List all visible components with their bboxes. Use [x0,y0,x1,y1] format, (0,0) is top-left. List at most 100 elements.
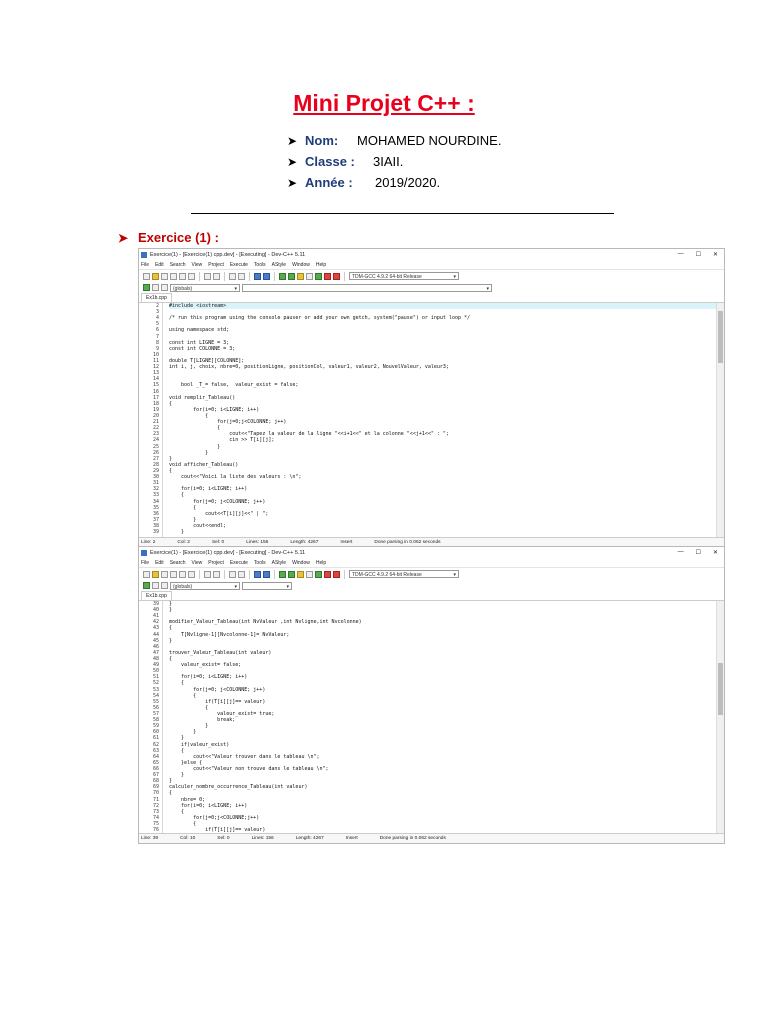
find-icon[interactable] [229,272,236,280]
line-number: 39 [152,529,159,536]
code-line[interactable]: } [169,529,716,535]
rebuild-icon[interactable] [306,570,313,578]
menu-search[interactable]: Search [170,262,186,268]
redo-icon[interactable] [213,272,220,280]
menu-astyle[interactable]: AStyle [272,262,286,268]
print-icon[interactable] [188,272,195,280]
maximize-icon[interactable]: ☐ [696,251,701,258]
menu-execute[interactable]: Execute [230,560,248,566]
info-row-classe: ➤ Classe : 3IAII. [287,151,403,172]
status-line: Line: 39 [141,836,159,841]
compile-icon[interactable] [279,570,286,578]
window-titlebar: Exercice(1) - [Exercice(1) cpp.dev] - [E… [139,249,724,260]
vertical-scrollbar[interactable] [716,601,724,833]
profile-icon[interactable] [333,272,340,280]
save-icon[interactable] [161,570,168,578]
syntax-check-icon[interactable] [315,272,322,280]
scope-select[interactable]: (globals) [170,283,240,293]
close-icon[interactable]: ✕ [713,251,718,258]
replace-icon[interactable] [238,570,245,578]
menu-tools[interactable]: Tools [254,262,266,268]
scrollbar-thumb[interactable] [718,311,723,363]
toggle-bookmark-icon[interactable] [161,582,168,589]
redo-icon[interactable] [213,570,220,578]
scrollbar-thumb[interactable] [718,663,723,715]
vertical-scrollbar[interactable] [716,303,724,537]
info-row-annee: ➤ Année : 2019/2020. [287,172,440,193]
compiler-select[interactable]: TDM-GCC 4.9.2 64-bit Release [349,272,459,281]
compiler-select[interactable]: TDM-GCC 4.9.2 64-bit Release [349,570,459,579]
file-tab[interactable]: Ex1b.cpp [141,591,172,600]
symbol-select[interactable] [242,581,292,591]
menu-help[interactable]: Help [316,262,326,268]
devcpp-app-icon [141,251,147,258]
status-col: Col: 10 [180,836,196,841]
menu-project[interactable]: Project [208,262,224,268]
code-line[interactable]: if(T[i][j]== valeur) [169,827,716,833]
unindent-icon[interactable] [263,272,270,280]
compile-run-icon[interactable] [297,272,304,280]
menu-execute[interactable]: Execute [230,262,248,268]
code-area[interactable]: #include <iostream>/* run this program u… [163,303,716,537]
open-file-icon[interactable] [152,570,159,578]
menu-edit[interactable]: Edit [155,560,164,566]
save-all-icon[interactable] [170,570,177,578]
run-icon[interactable] [288,272,295,280]
stop-execution-icon[interactable] [324,272,331,280]
scope-select[interactable]: (globals) [170,581,240,591]
close-icon[interactable]: ✕ [713,549,718,556]
close-file-icon[interactable] [179,272,186,280]
menu-project[interactable]: Project [208,560,224,566]
insert-icon[interactable] [152,284,159,291]
indent-icon[interactable] [254,272,261,280]
main-toolbar: TDM-GCC 4.9.2 64-bit Release [139,269,724,282]
insert-icon[interactable] [152,582,159,589]
unindent-icon[interactable] [263,570,270,578]
rebuild-icon[interactable] [306,272,313,280]
new-class-icon[interactable] [143,284,150,291]
minimize-icon[interactable]: — [678,251,684,258]
new-file-icon[interactable] [143,272,150,280]
open-file-icon[interactable] [152,272,159,280]
menu-edit[interactable]: Edit [155,262,164,268]
minimize-icon[interactable]: — [678,549,684,556]
symbol-select[interactable] [242,283,492,293]
compile-icon[interactable] [279,272,286,280]
profile-icon[interactable] [333,570,340,578]
print-icon[interactable] [188,570,195,578]
new-file-icon[interactable] [143,570,150,578]
code-area[interactable]: }} modifier_Valeur_Tableau(int NvValeur ,… [163,601,716,833]
code-editor[interactable]: 39 40 41 42 43 44 45 46 47 48 49 50 51 52 53 54 55 56 57 58… [139,601,724,833]
menu-view[interactable]: View [192,560,203,566]
compile-run-icon[interactable] [297,570,304,578]
syntax-check-icon[interactable] [315,570,322,578]
save-icon[interactable] [161,272,168,280]
menu-tools[interactable]: Tools [254,560,266,566]
maximize-icon[interactable]: ☐ [696,549,701,556]
toggle-bookmark-icon[interactable] [161,284,168,291]
menu-view[interactable]: View [192,262,203,268]
find-icon[interactable] [229,570,236,578]
indent-icon[interactable] [254,570,261,578]
close-file-icon[interactable] [179,570,186,578]
menu-search[interactable]: Search [170,560,186,566]
save-all-icon[interactable] [170,272,177,280]
menu-file[interactable]: File [141,262,149,268]
undo-icon[interactable] [204,570,211,578]
menu-file[interactable]: File [141,560,149,566]
menu-astyle[interactable]: AStyle [272,560,286,566]
replace-icon[interactable] [238,272,245,280]
arrow-bullet-icon: ➤ [287,133,298,148]
editor-tabs: Ex1b.cpp [139,293,724,303]
new-class-icon[interactable] [143,582,150,589]
code-editor[interactable]: 2 3 4 5 6 7 8 9 10 11 12 13 14 15 16 17 18 19 20 21 22 23 24 25… [139,303,724,537]
undo-icon[interactable] [204,272,211,280]
stop-execution-icon[interactable] [324,570,331,578]
line-number: 76 [152,827,159,833]
file-tab[interactable]: Ex1b.cpp [141,293,172,302]
menu-window[interactable]: Window [292,560,310,566]
info-list: ➤ Nom: MOHAMED NOURDINE. ➤ Classe : 3IAI… [287,130,501,193]
menu-window[interactable]: Window [292,262,310,268]
menu-help[interactable]: Help [316,560,326,566]
run-icon[interactable] [288,570,295,578]
